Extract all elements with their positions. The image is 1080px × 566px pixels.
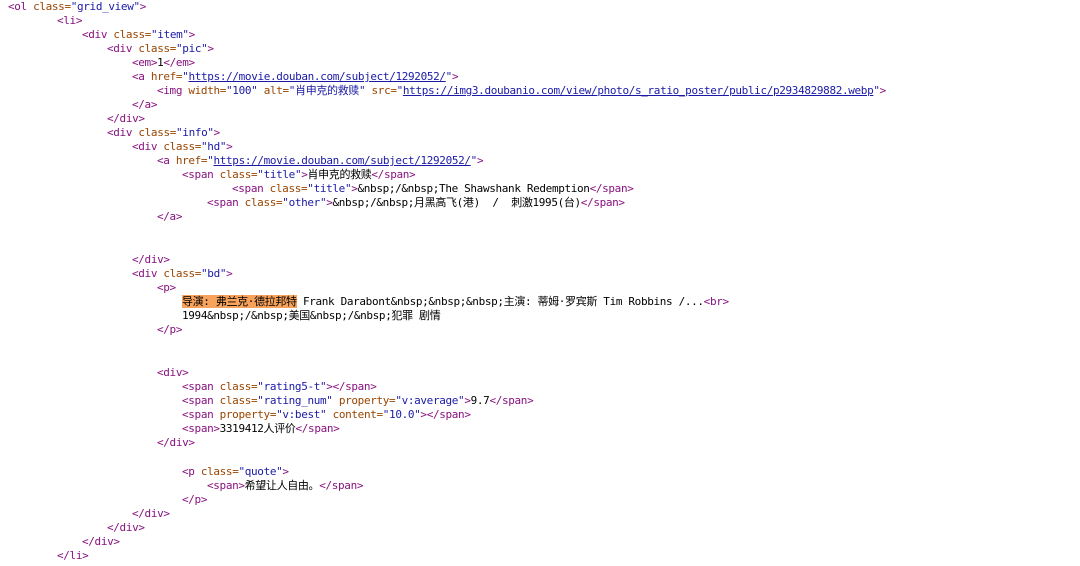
code-line-anchor-close: </a> (132, 98, 158, 111)
code-line-bd-div: <div class="bd"> (132, 267, 233, 280)
director-text: Frank Darabont&nbsp;&nbsp;&nbsp;主演: 蒂姆·罗… (296, 295, 704, 308)
code-line-hd-anchor-close: </a> (157, 210, 183, 223)
code-line-rank-em: <em>1</em> (132, 56, 195, 69)
code-line-img: <img width="100" alt="肖申克的救赎" src="https… (157, 84, 886, 97)
code-line-p-open: <p> (157, 281, 176, 294)
title-other-text: &nbsp;/&nbsp;月黑高飞(港) / 刺激1995(台) (332, 196, 582, 209)
rating-value-text: 9.7 (470, 394, 490, 407)
code-line-quote-close: </p> (182, 493, 208, 506)
source-viewer: <ol class="grid_view"> <li> <div class="… (0, 0, 1080, 566)
code-line-rating-num: <span class="rating_num" property="v:ave… (182, 394, 534, 407)
code-line-item-div: <div class="item"> (82, 28, 195, 41)
title-link[interactable]: https://movie.douban.com/subject/1292052… (213, 154, 471, 167)
search-highlight: 导演: 弗兰克·德拉邦特 (182, 295, 297, 308)
code-line-year: 1994&nbsp;/&nbsp;美国&nbsp;/&nbsp;犯罪 剧情 (182, 309, 441, 323)
code-line-info-close: </div> (107, 521, 145, 534)
code-line-ol-open: <ol class="grid_view"> (8, 0, 147, 13)
code-line-li-open: <li> (57, 14, 83, 27)
code-line-rating-div: <div> (157, 366, 189, 379)
code-line-rating-close: </div> (157, 436, 195, 449)
code-line-rating-star: <span class="rating5-t"></span> (182, 380, 377, 393)
code-line-title-other: <span class="other">&nbsp;/&nbsp;月黑高飞(港)… (207, 196, 625, 209)
title-zh-text: 肖申克的救赎 (307, 168, 372, 181)
code-line-director: 导演: 弗兰克·德拉邦特 Frank Darabont&nbsp;&nbsp;&… (182, 295, 729, 308)
code-line-hd-div: <div class="hd"> (132, 140, 233, 153)
code-line-hd-close: </div> (132, 253, 170, 266)
code-line-li-close: </li> (57, 549, 89, 562)
votes-text: 3319412人评价 (219, 422, 296, 435)
code-line-rating-best: <span property="v:best" content="10.0"><… (182, 408, 471, 421)
code-line-pic-anchor: <a href="https://movie.douban.com/subjec… (132, 70, 459, 83)
code-line-title-en: <span class="title">&nbsp;/&nbsp;The Sha… (232, 182, 634, 195)
code-line-item-close: </div> (82, 535, 120, 548)
code-line-pic-div: <div class="pic"> (107, 42, 214, 55)
code-line-quote-span: <span>希望让人自由。</span> (207, 479, 364, 492)
code-line-bd-close: </div> (132, 507, 170, 520)
year-country-genre-text: 1994&nbsp;/&nbsp;美国&nbsp;/&nbsp;犯罪 剧情 (182, 309, 441, 322)
code-line-votes: <span>3319412人评价</span> (182, 422, 340, 435)
code-line-p-close: </p> (157, 323, 183, 336)
code-line-hd-anchor: <a href="https://movie.douban.com/subjec… (157, 154, 484, 167)
code-line-quote-p: <p class="quote"> (182, 465, 289, 478)
quote-text: 希望让人自由。 (244, 479, 320, 492)
code-line-info-div: <div class="info"> (107, 126, 220, 139)
subject-link[interactable]: https://movie.douban.com/subject/1292052… (188, 70, 446, 83)
poster-image-link[interactable]: https://img3.doubanio.com/view/photo/s_r… (403, 84, 874, 97)
code-line-title-zh: <span class="title">肖申克的救赎</span> (182, 168, 416, 181)
title-en-text: &nbsp;/&nbsp;The Shawshank Redemption (357, 182, 590, 195)
code-line-pic-close: </div> (107, 112, 145, 125)
